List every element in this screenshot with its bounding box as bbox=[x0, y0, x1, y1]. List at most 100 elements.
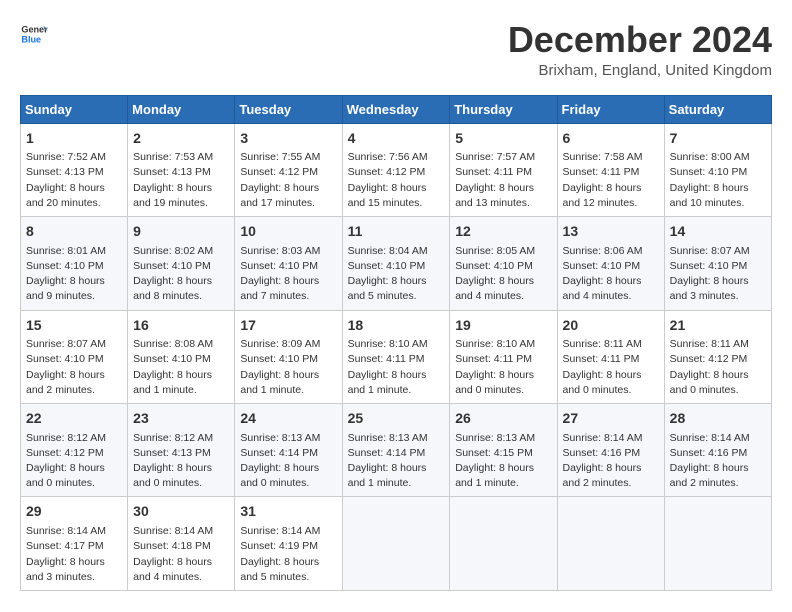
day-number: 7 bbox=[670, 129, 766, 149]
day-detail: Sunrise: 8:11 AMSunset: 4:11 PMDaylight:… bbox=[563, 337, 659, 398]
calendar-day-cell: 6Sunrise: 7:58 AMSunset: 4:11 PMDaylight… bbox=[557, 123, 664, 216]
day-detail: Sunrise: 8:11 AMSunset: 4:12 PMDaylight:… bbox=[670, 337, 766, 398]
day-number: 6 bbox=[563, 129, 659, 149]
calendar-day-cell: 7Sunrise: 8:00 AMSunset: 4:10 PMDaylight… bbox=[664, 123, 771, 216]
calendar-day-cell: 22Sunrise: 8:12 AMSunset: 4:12 PMDayligh… bbox=[21, 404, 128, 497]
day-detail: Sunrise: 8:14 AMSunset: 4:18 PMDaylight:… bbox=[133, 524, 229, 585]
calendar-header-thursday: Thursday bbox=[450, 95, 557, 123]
calendar-day-cell: 21Sunrise: 8:11 AMSunset: 4:12 PMDayligh… bbox=[664, 310, 771, 403]
day-detail: Sunrise: 8:14 AMSunset: 4:19 PMDaylight:… bbox=[240, 524, 336, 585]
logo-icon: General Blue bbox=[20, 20, 48, 48]
calendar-day-cell: 28Sunrise: 8:14 AMSunset: 4:16 PMDayligh… bbox=[664, 404, 771, 497]
calendar-day-cell: 20Sunrise: 8:11 AMSunset: 4:11 PMDayligh… bbox=[557, 310, 664, 403]
calendar-day-cell: 9Sunrise: 8:02 AMSunset: 4:10 PMDaylight… bbox=[128, 217, 235, 310]
day-detail: Sunrise: 8:03 AMSunset: 4:10 PMDaylight:… bbox=[240, 244, 336, 305]
day-number: 15 bbox=[26, 316, 122, 336]
day-detail: Sunrise: 7:55 AMSunset: 4:12 PMDaylight:… bbox=[240, 150, 336, 211]
calendar-day-cell: 12Sunrise: 8:05 AMSunset: 4:10 PMDayligh… bbox=[450, 217, 557, 310]
calendar-day-cell: 3Sunrise: 7:55 AMSunset: 4:12 PMDaylight… bbox=[235, 123, 342, 216]
calendar-header-wednesday: Wednesday bbox=[342, 95, 450, 123]
day-number: 10 bbox=[240, 222, 336, 242]
calendar-day-cell: 11Sunrise: 8:04 AMSunset: 4:10 PMDayligh… bbox=[342, 217, 450, 310]
calendar-day-cell: 10Sunrise: 8:03 AMSunset: 4:10 PMDayligh… bbox=[235, 217, 342, 310]
day-detail: Sunrise: 8:10 AMSunset: 4:11 PMDaylight:… bbox=[455, 337, 551, 398]
day-detail: Sunrise: 8:02 AMSunset: 4:10 PMDaylight:… bbox=[133, 244, 229, 305]
page-header: General Blue December 2024 Brixham, Engl… bbox=[20, 20, 772, 79]
calendar-day-cell: 30Sunrise: 8:14 AMSunset: 4:18 PMDayligh… bbox=[128, 497, 235, 590]
calendar-header-monday: Monday bbox=[128, 95, 235, 123]
day-number: 21 bbox=[670, 316, 766, 336]
day-number: 19 bbox=[455, 316, 551, 336]
calendar-day-cell bbox=[664, 497, 771, 590]
day-number: 18 bbox=[348, 316, 445, 336]
calendar-week-row: 22Sunrise: 8:12 AMSunset: 4:12 PMDayligh… bbox=[21, 404, 772, 497]
day-number: 8 bbox=[26, 222, 122, 242]
day-detail: Sunrise: 8:13 AMSunset: 4:15 PMDaylight:… bbox=[455, 431, 551, 492]
day-detail: Sunrise: 8:14 AMSunset: 4:16 PMDaylight:… bbox=[563, 431, 659, 492]
day-detail: Sunrise: 8:05 AMSunset: 4:10 PMDaylight:… bbox=[455, 244, 551, 305]
day-number: 25 bbox=[348, 409, 445, 429]
title-block: December 2024 Brixham, England, United K… bbox=[508, 20, 772, 79]
calendar-week-row: 1Sunrise: 7:52 AMSunset: 4:13 PMDaylight… bbox=[21, 123, 772, 216]
month-year-title: December 2024 bbox=[508, 20, 772, 60]
calendar-day-cell: 15Sunrise: 8:07 AMSunset: 4:10 PMDayligh… bbox=[21, 310, 128, 403]
day-number: 24 bbox=[240, 409, 336, 429]
calendar-day-cell: 14Sunrise: 8:07 AMSunset: 4:10 PMDayligh… bbox=[664, 217, 771, 310]
calendar-day-cell: 17Sunrise: 8:09 AMSunset: 4:10 PMDayligh… bbox=[235, 310, 342, 403]
calendar-day-cell bbox=[450, 497, 557, 590]
day-number: 30 bbox=[133, 502, 229, 522]
day-number: 29 bbox=[26, 502, 122, 522]
svg-text:Blue: Blue bbox=[21, 34, 41, 44]
calendar-day-cell: 29Sunrise: 8:14 AMSunset: 4:17 PMDayligh… bbox=[21, 497, 128, 590]
calendar-header-friday: Friday bbox=[557, 95, 664, 123]
day-detail: Sunrise: 7:58 AMSunset: 4:11 PMDaylight:… bbox=[563, 150, 659, 211]
calendar-day-cell: 27Sunrise: 8:14 AMSunset: 4:16 PMDayligh… bbox=[557, 404, 664, 497]
calendar-week-row: 15Sunrise: 8:07 AMSunset: 4:10 PMDayligh… bbox=[21, 310, 772, 403]
day-number: 12 bbox=[455, 222, 551, 242]
calendar-day-cell: 26Sunrise: 8:13 AMSunset: 4:15 PMDayligh… bbox=[450, 404, 557, 497]
day-number: 16 bbox=[133, 316, 229, 336]
day-number: 1 bbox=[26, 129, 122, 149]
day-detail: Sunrise: 8:09 AMSunset: 4:10 PMDaylight:… bbox=[240, 337, 336, 398]
logo: General Blue bbox=[20, 20, 48, 48]
day-number: 31 bbox=[240, 502, 336, 522]
calendar-week-row: 8Sunrise: 8:01 AMSunset: 4:10 PMDaylight… bbox=[21, 217, 772, 310]
day-detail: Sunrise: 8:12 AMSunset: 4:13 PMDaylight:… bbox=[133, 431, 229, 492]
day-detail: Sunrise: 8:12 AMSunset: 4:12 PMDaylight:… bbox=[26, 431, 122, 492]
day-number: 5 bbox=[455, 129, 551, 149]
day-number: 4 bbox=[348, 129, 445, 149]
calendar-day-cell: 23Sunrise: 8:12 AMSunset: 4:13 PMDayligh… bbox=[128, 404, 235, 497]
calendar-header-sunday: Sunday bbox=[21, 95, 128, 123]
day-detail: Sunrise: 7:52 AMSunset: 4:13 PMDaylight:… bbox=[26, 150, 122, 211]
day-detail: Sunrise: 8:13 AMSunset: 4:14 PMDaylight:… bbox=[348, 431, 445, 492]
day-number: 23 bbox=[133, 409, 229, 429]
day-detail: Sunrise: 8:06 AMSunset: 4:10 PMDaylight:… bbox=[563, 244, 659, 305]
day-number: 26 bbox=[455, 409, 551, 429]
day-detail: Sunrise: 8:13 AMSunset: 4:14 PMDaylight:… bbox=[240, 431, 336, 492]
calendar-day-cell: 5Sunrise: 7:57 AMSunset: 4:11 PMDaylight… bbox=[450, 123, 557, 216]
day-detail: Sunrise: 7:56 AMSunset: 4:12 PMDaylight:… bbox=[348, 150, 445, 211]
calendar-day-cell bbox=[342, 497, 450, 590]
day-detail: Sunrise: 8:14 AMSunset: 4:17 PMDaylight:… bbox=[26, 524, 122, 585]
day-detail: Sunrise: 7:57 AMSunset: 4:11 PMDaylight:… bbox=[455, 150, 551, 211]
day-detail: Sunrise: 7:53 AMSunset: 4:13 PMDaylight:… bbox=[133, 150, 229, 211]
day-detail: Sunrise: 8:07 AMSunset: 4:10 PMDaylight:… bbox=[26, 337, 122, 398]
day-detail: Sunrise: 8:04 AMSunset: 4:10 PMDaylight:… bbox=[348, 244, 445, 305]
day-number: 20 bbox=[563, 316, 659, 336]
day-number: 2 bbox=[133, 129, 229, 149]
calendar-day-cell: 18Sunrise: 8:10 AMSunset: 4:11 PMDayligh… bbox=[342, 310, 450, 403]
location-subtitle: Brixham, England, United Kingdom bbox=[508, 62, 772, 79]
day-number: 9 bbox=[133, 222, 229, 242]
day-number: 27 bbox=[563, 409, 659, 429]
calendar-day-cell: 24Sunrise: 8:13 AMSunset: 4:14 PMDayligh… bbox=[235, 404, 342, 497]
calendar-day-cell: 2Sunrise: 7:53 AMSunset: 4:13 PMDaylight… bbox=[128, 123, 235, 216]
day-number: 13 bbox=[563, 222, 659, 242]
calendar-day-cell bbox=[557, 497, 664, 590]
calendar-header-tuesday: Tuesday bbox=[235, 95, 342, 123]
day-number: 28 bbox=[670, 409, 766, 429]
day-detail: Sunrise: 8:10 AMSunset: 4:11 PMDaylight:… bbox=[348, 337, 445, 398]
calendar-day-cell: 16Sunrise: 8:08 AMSunset: 4:10 PMDayligh… bbox=[128, 310, 235, 403]
day-detail: Sunrise: 8:01 AMSunset: 4:10 PMDaylight:… bbox=[26, 244, 122, 305]
day-detail: Sunrise: 8:14 AMSunset: 4:16 PMDaylight:… bbox=[670, 431, 766, 492]
calendar-table: SundayMondayTuesdayWednesdayThursdayFrid… bbox=[20, 95, 772, 591]
